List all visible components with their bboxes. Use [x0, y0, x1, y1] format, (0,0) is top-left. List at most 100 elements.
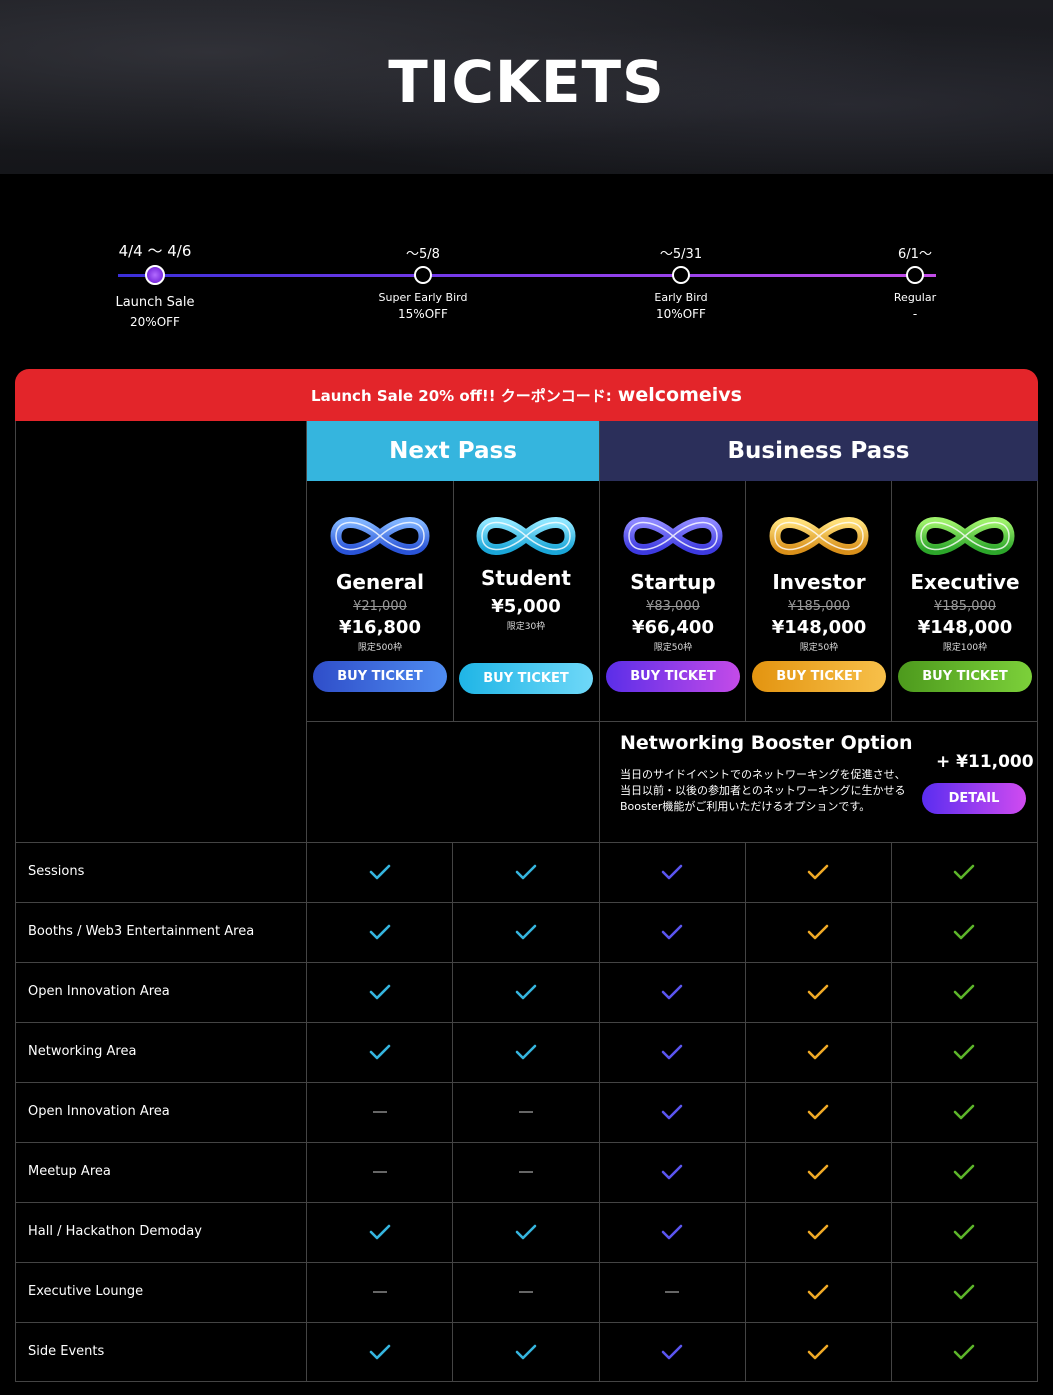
check-icon [369, 1224, 391, 1240]
ticket-card-executive: Executive ¥185,000 ¥148,000 限定100枠 BUY TICKE… [892, 481, 1038, 721]
feature-label: Meetup Area [28, 1164, 111, 1179]
check-icon [953, 924, 975, 940]
grid-divider [15, 1082, 1038, 1083]
timeline-phase-name: Launch Sale [115, 295, 195, 310]
price-timeline: 4/4 〜 4/6 Launch Sale 20%OFF 〜5/8 Super Earl… [0, 174, 1053, 370]
grid-divider [15, 1202, 1038, 1203]
timeline-date: 6/1〜 [898, 247, 932, 262]
feature-label: Sessions [28, 864, 85, 879]
check-icon [807, 1224, 829, 1240]
buy-ticket-button-general[interactable]: BUY TICKET [313, 661, 447, 692]
grid-divider [15, 1022, 1038, 1023]
check-icon [369, 1044, 391, 1060]
check-icon [661, 1224, 683, 1240]
not-included-dash-icon [373, 1171, 387, 1173]
ticket-limit: 限定30枠 [506, 622, 546, 632]
booster-title: Networking Booster Option [620, 732, 913, 754]
grid-divider [891, 842, 892, 1382]
buy-ticket-button-executive[interactable]: BUY TICKET [898, 661, 1032, 692]
feature-label: Hall / Hackathon Demoday [28, 1224, 202, 1239]
timeline-node [145, 265, 165, 285]
original-price: ¥83,000 [646, 599, 700, 614]
check-icon [953, 1044, 975, 1060]
buy-ticket-button-student[interactable]: BUY TICKET [459, 663, 593, 694]
check-icon [515, 924, 537, 940]
buy-ticket-button-investor[interactable]: BUY TICKET [752, 661, 886, 692]
ticket-price: ¥148,000 [917, 617, 1013, 638]
timeline-node [672, 266, 690, 284]
check-icon [661, 864, 683, 880]
original-price: ¥21,000 [353, 599, 407, 614]
check-icon [661, 984, 683, 1000]
ticket-name: Student [481, 566, 571, 590]
booster-description: 当日のサイドイベントでのネットワーキングを促進させ、当日以前・以後の参加者とのネ… [620, 768, 906, 813]
ticket-price: ¥66,400 [632, 617, 714, 638]
grid-divider [745, 842, 746, 1382]
coupon-text: Launch Sale 20% off!! クーポンコード: [311, 386, 612, 405]
check-icon [953, 1224, 975, 1240]
next-pass-header: Next Pass [307, 421, 599, 481]
ticket-name: Investor [772, 570, 866, 594]
page-title: TICKETS [388, 48, 665, 116]
not-included-dash-icon [519, 1111, 533, 1113]
grid-divider [15, 1322, 1038, 1323]
check-icon [807, 864, 829, 880]
timeline-phase-name: Super Early Bird [378, 291, 468, 304]
coupon-code: welcomeivs [617, 384, 742, 406]
original-price: ¥185,000 [933, 599, 997, 614]
timeline-phase-name: Regular [893, 291, 937, 304]
timeline-phase-name: Early Bird [654, 291, 708, 304]
check-icon [661, 1044, 683, 1060]
not-included-dash-icon [519, 1291, 533, 1293]
ticket-card-investor: Investor ¥185,000 ¥148,000 限定50枠 BUY TICKET [746, 481, 892, 721]
check-icon [369, 984, 391, 1000]
timeline-node [414, 266, 432, 284]
check-icon [953, 864, 975, 880]
timeline-discount: 20%OFF [130, 315, 180, 329]
check-icon [953, 1164, 975, 1180]
feature-label: Booths / Web3 Entertainment Area [28, 924, 255, 939]
coupon-banner: Launch Sale 20% off!! クーポンコード: welcomeiv… [15, 369, 1038, 421]
grid-divider [15, 842, 1038, 843]
ticket-card-startup: Startup ¥83,000 ¥66,400 限定50枠 BUY TICKET [600, 481, 746, 721]
booster-price: + ¥11,000 [936, 752, 1034, 772]
check-icon [807, 924, 829, 940]
not-included-dash-icon [373, 1111, 387, 1113]
timeline-discount: 10%OFF [656, 307, 706, 321]
networking-booster: Networking Booster Option 当日のサイドイベントでのネッ… [600, 722, 1038, 842]
feature-label: Open Innovation Area [28, 984, 170, 999]
ticket-price: ¥5,000 [491, 596, 561, 617]
buy-ticket-button-startup[interactable]: BUY TICKET [606, 661, 740, 692]
check-icon [515, 1044, 537, 1060]
infinity-logo-icon [476, 517, 576, 555]
feature-label: Side Events [28, 1344, 105, 1359]
check-icon [661, 1164, 683, 1180]
ticket-limit: 限定500枠 [357, 643, 403, 653]
timeline-date: 4/4 〜 4/6 [118, 242, 192, 260]
feature-label: Open Innovation Area [28, 1104, 170, 1119]
check-icon [807, 1164, 829, 1180]
check-icon [369, 924, 391, 940]
not-included-dash-icon [373, 1291, 387, 1293]
check-icon [661, 924, 683, 940]
grid-divider [15, 902, 1038, 903]
grid-divider [15, 1142, 1038, 1143]
not-included-dash-icon [665, 1291, 679, 1293]
ticket-name: General [336, 570, 424, 594]
booster-detail-button[interactable]: DETAIL [922, 783, 1026, 814]
timeline-line [118, 274, 936, 277]
ticket-card-student: Student ¥5,000 限定30枠 BUY TICKET [453, 481, 599, 721]
check-icon [953, 984, 975, 1000]
check-icon [515, 984, 537, 1000]
timeline-node [906, 266, 924, 284]
timeline-discount: 15%OFF [398, 307, 448, 321]
ticket-limit: 限定50枠 [653, 643, 693, 653]
check-icon [661, 1344, 683, 1360]
ticket-name: Startup [630, 570, 716, 594]
check-icon [515, 1224, 537, 1240]
check-icon [515, 864, 537, 880]
ticket-price: ¥148,000 [771, 617, 867, 638]
check-icon [953, 1344, 975, 1360]
grid-divider [15, 1262, 1038, 1263]
check-icon [807, 1344, 829, 1360]
